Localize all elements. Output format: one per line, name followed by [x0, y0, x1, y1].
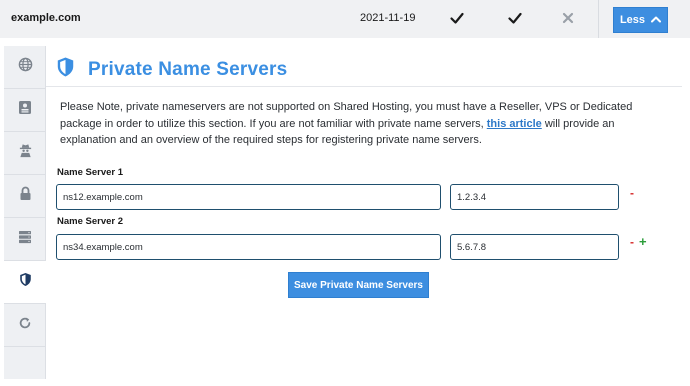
tab-private-nameservers[interactable] [4, 261, 47, 304]
server-icon [18, 230, 32, 249]
tab-sync[interactable] [4, 304, 46, 347]
remove-nameserver-2-button[interactable]: - [630, 235, 634, 249]
lock-icon [19, 186, 32, 206]
nameserver-2-ip-input[interactable]: 5.6.7.8 [450, 234, 619, 260]
private-nameservers-panel: Private Name Servers Please Note, privat… [46, 46, 682, 379]
divider [598, 0, 599, 38]
add-nameserver-button[interactable]: + [639, 234, 647, 249]
less-button-label: Less [619, 14, 646, 26]
article-link[interactable]: this article [487, 118, 542, 130]
nameserver-1-label: Name Server 1 [57, 167, 124, 178]
x-icon [561, 11, 575, 25]
refresh-icon [18, 316, 32, 335]
domain-name: example.com [11, 12, 81, 24]
side-tab-bar [4, 46, 47, 379]
nameserver-1-ip-input[interactable]: 1.2.3.4 [450, 184, 619, 210]
shield-icon [19, 272, 32, 292]
remove-nameserver-1-button[interactable]: - [630, 186, 634, 200]
chevron-up-icon [651, 14, 662, 26]
page-title: Private Name Servers [88, 58, 288, 80]
globe-icon [18, 57, 33, 77]
panel-header: Private Name Servers [56, 56, 287, 83]
nameserver-2-hostname-input[interactable]: ns34.example.com [56, 234, 441, 260]
nameserver-1-hostname-input[interactable]: ns12.example.com [56, 184, 441, 210]
address-card-icon [18, 100, 32, 120]
divider [46, 86, 682, 87]
check-icon [449, 10, 465, 26]
expiry-date: 2021-11-19 [360, 12, 416, 24]
tab-dns[interactable] [4, 218, 46, 261]
tab-privacy[interactable] [4, 132, 46, 175]
check-icon [507, 10, 523, 26]
description: Please Note, private nameservers are not… [60, 99, 645, 149]
save-private-nameservers-button[interactable]: Save Private Name Servers [288, 272, 429, 298]
tab-contact[interactable] [4, 89, 46, 132]
less-button[interactable]: Less [613, 7, 668, 33]
shield-icon [56, 56, 75, 83]
nameserver-2-label: Name Server 2 [57, 216, 124, 227]
user-secret-icon [18, 143, 33, 163]
domain-row: example.com 2021-11-19 Less [0, 0, 690, 38]
tab-registrar-lock[interactable] [4, 175, 46, 218]
tab-nameservers[interactable] [4, 46, 46, 89]
